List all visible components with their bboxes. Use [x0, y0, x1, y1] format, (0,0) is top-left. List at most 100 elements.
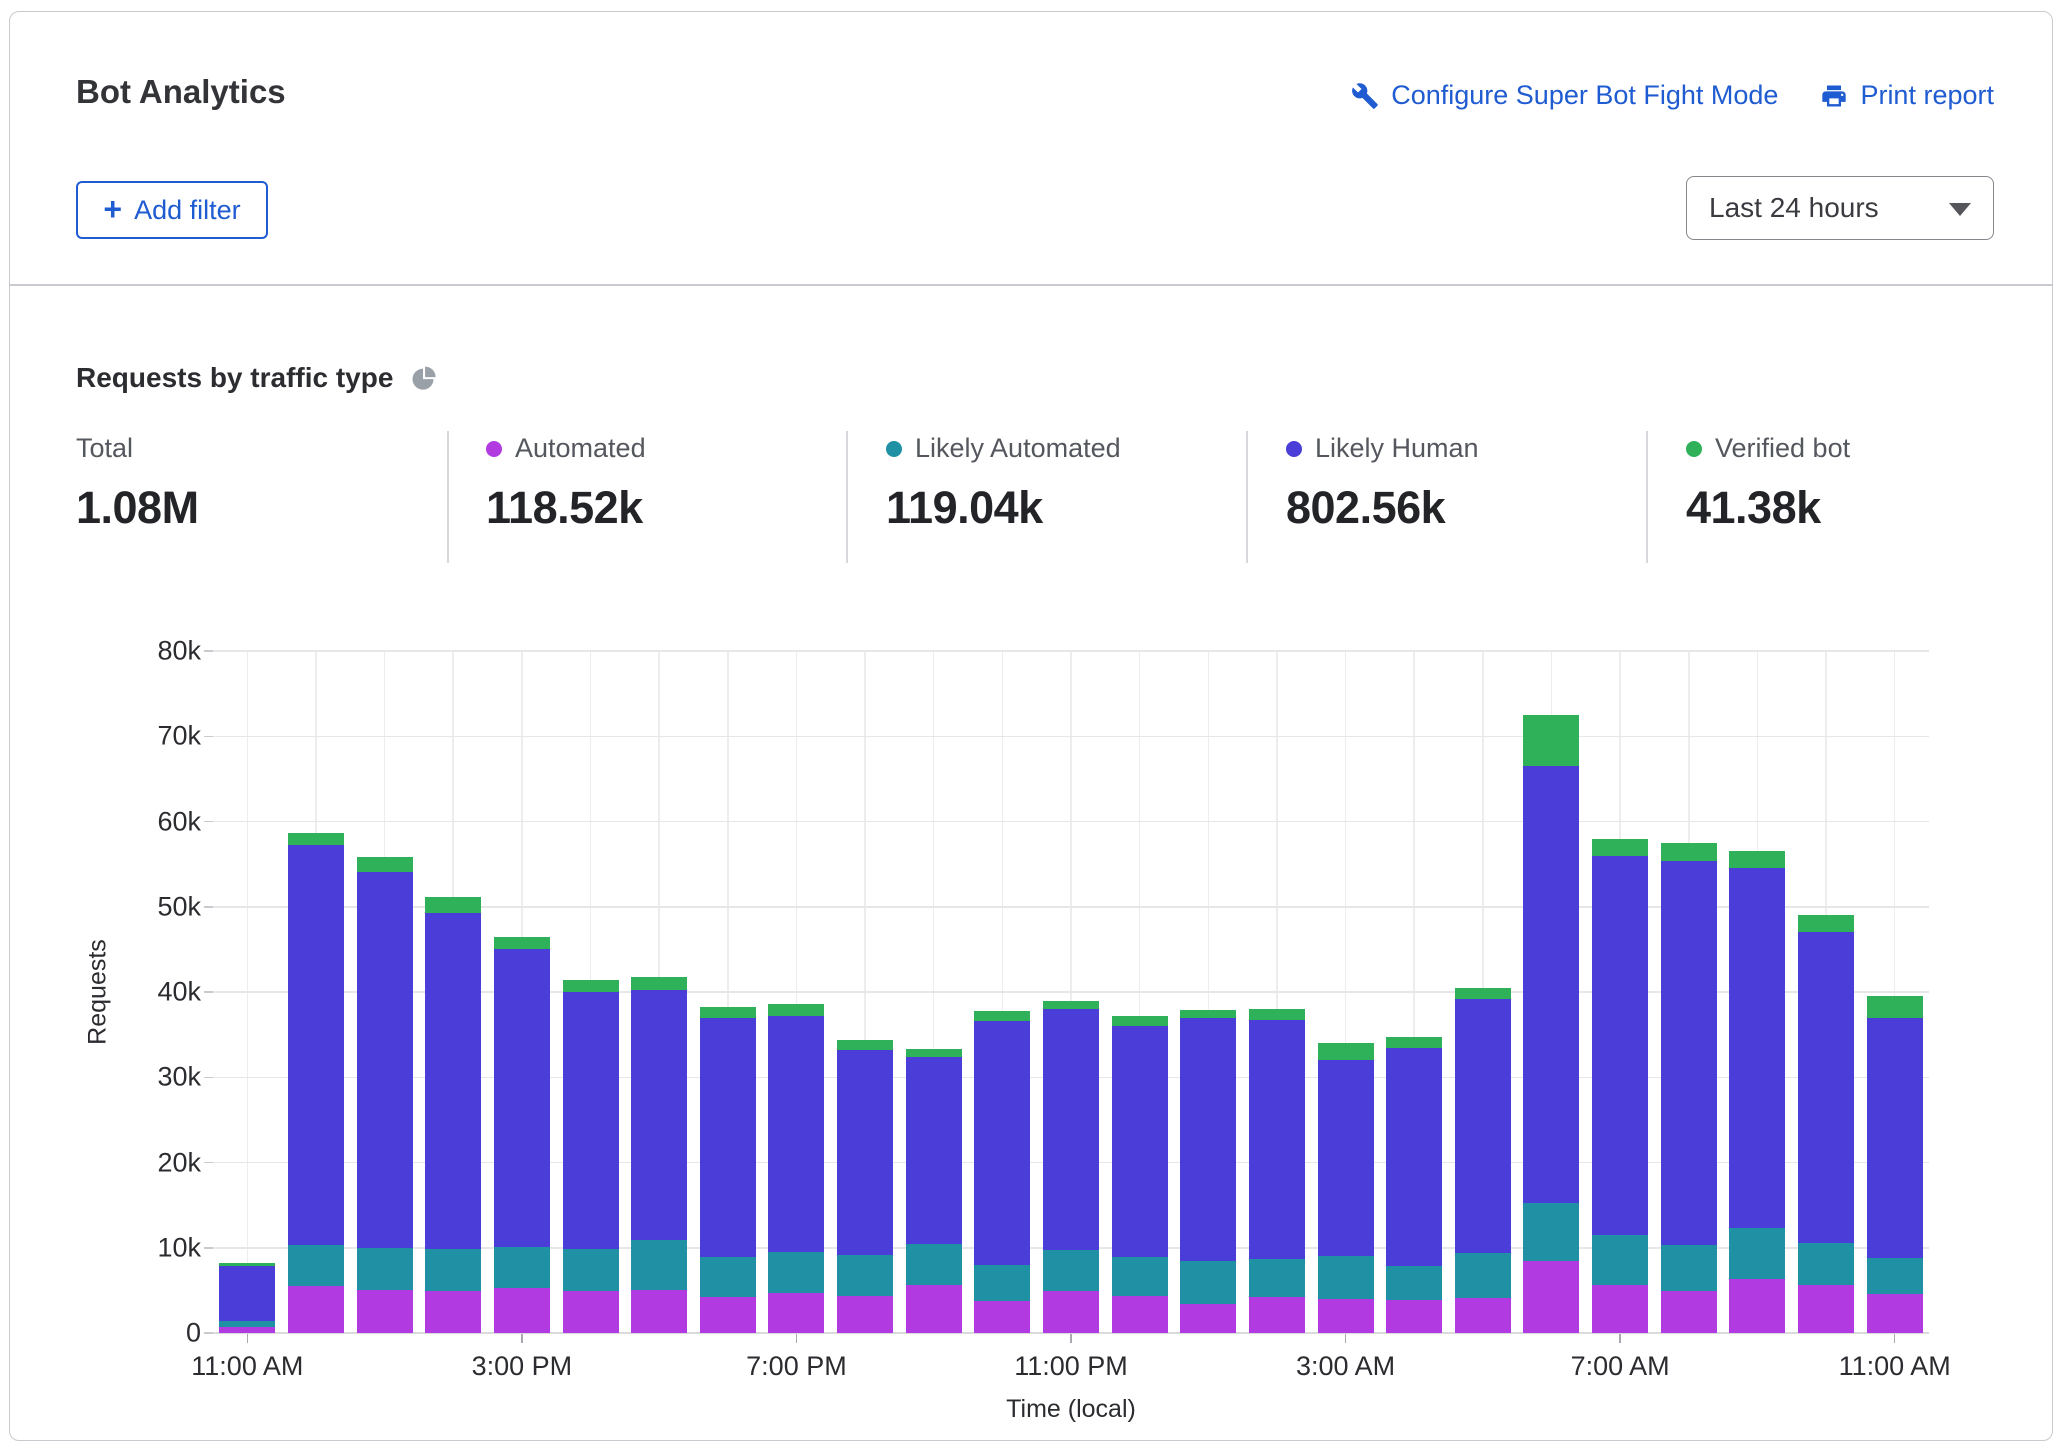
- bar-segment-likely-automated: [1249, 1259, 1305, 1297]
- bar-segment-likely-human: [631, 990, 687, 1240]
- bar-segment-automated: [631, 1290, 687, 1333]
- x-tick-mark: [521, 1334, 523, 1343]
- stacked-bar-6-00-pm[interactable]: [700, 1007, 756, 1333]
- y-tick-mark: [204, 991, 213, 993]
- stacked-bar-6-00-am[interactable]: [1523, 715, 1579, 1333]
- stacked-bar-2-00-pm[interactable]: [425, 897, 481, 1333]
- stacked-bar-5-00-am[interactable]: [1455, 988, 1511, 1333]
- bar-segment-likely-human: [1455, 999, 1511, 1253]
- bar-segment-verified-bot: [1180, 1010, 1236, 1019]
- y-tick-label: 60k: [131, 806, 201, 837]
- y-tick-label: 80k: [131, 636, 201, 667]
- stacked-bar-10-00-am[interactable]: [1798, 915, 1854, 1333]
- y-tick-label: 70k: [131, 721, 201, 752]
- stacked-bar-11-00-am[interactable]: [1867, 996, 1923, 1333]
- y-tick-mark: [204, 821, 213, 823]
- stacked-bar-11-00-pm[interactable]: [1043, 1001, 1099, 1333]
- stacked-bar-8-00-am[interactable]: [1661, 843, 1717, 1333]
- y-tick-mark: [204, 1332, 213, 1334]
- bar-segment-likely-automated: [1523, 1203, 1579, 1261]
- x-axis-title: Time (local): [1006, 1395, 1136, 1424]
- stacked-bar-2-00-am[interactable]: [1249, 1009, 1305, 1333]
- bar-segment-verified-bot: [357, 857, 413, 871]
- stacked-bar-5-00-pm[interactable]: [631, 977, 687, 1333]
- bar-segment-likely-automated: [974, 1265, 1030, 1301]
- bar-segment-likely-automated: [1455, 1253, 1511, 1298]
- x-tick-mark: [1070, 1334, 1072, 1343]
- bar-segment-likely-human: [1318, 1060, 1374, 1256]
- y-tick-label: 40k: [131, 977, 201, 1008]
- x-tick-label: 7:00 AM: [1571, 1351, 1670, 1382]
- x-tick-mark: [796, 1334, 798, 1343]
- bar-segment-likely-human: [219, 1266, 275, 1321]
- bar-segment-likely-automated: [1592, 1235, 1648, 1285]
- stacked-bar-12-00-am[interactable]: [1112, 1016, 1168, 1333]
- bar-segment-automated: [288, 1286, 344, 1333]
- bar-segment-likely-automated: [1112, 1257, 1168, 1295]
- bar-segment-likely-human: [1729, 868, 1785, 1229]
- stacked-bar-7-00-pm[interactable]: [768, 1004, 824, 1333]
- stacked-bar-4-00-pm[interactable]: [563, 980, 619, 1333]
- bar-segment-likely-human: [1249, 1020, 1305, 1259]
- bar-segment-automated: [1867, 1294, 1923, 1333]
- x-tick-label: 11:00 AM: [1839, 1351, 1951, 1382]
- bar-segment-verified-bot: [1043, 1001, 1099, 1009]
- bar-segment-likely-human: [1867, 1018, 1923, 1258]
- bar-segment-likely-human: [974, 1021, 1030, 1265]
- stacked-bar-1-00-pm[interactable]: [357, 857, 413, 1333]
- y-tick-mark: [204, 1162, 213, 1164]
- stacked-bar-12-00-pm[interactable]: [288, 833, 344, 1333]
- bar-segment-verified-bot: [1318, 1043, 1374, 1060]
- stacked-bar-9-00-pm[interactable]: [906, 1049, 962, 1333]
- bar-segment-verified-bot: [563, 980, 619, 992]
- bar-segment-likely-automated: [700, 1257, 756, 1297]
- bar-segment-automated: [837, 1296, 893, 1334]
- stacked-bar-3-00-am[interactable]: [1318, 1043, 1374, 1333]
- plot-area[interactable]: [213, 651, 1929, 1333]
- bar-segment-automated: [425, 1291, 481, 1333]
- bar-segment-likely-automated: [1867, 1258, 1923, 1294]
- bar-segment-likely-automated: [1180, 1261, 1236, 1304]
- bar-segment-verified-bot: [700, 1007, 756, 1019]
- bar-segment-automated: [219, 1327, 275, 1333]
- bar-segment-automated: [1661, 1291, 1717, 1333]
- x-tick-mark: [1894, 1334, 1896, 1343]
- bar-segment-likely-human: [1112, 1026, 1168, 1257]
- bar-segment-likely-automated: [631, 1240, 687, 1290]
- stacked-bar-1-00-am[interactable]: [1180, 1010, 1236, 1333]
- bar-segment-automated: [1043, 1291, 1099, 1333]
- bar-segment-automated: [974, 1301, 1030, 1333]
- bar-segment-verified-bot: [494, 937, 550, 949]
- x-tick-mark: [1619, 1334, 1621, 1343]
- stacked-bar-9-00-am[interactable]: [1729, 851, 1785, 1333]
- stacked-bar-10-00-pm[interactable]: [974, 1011, 1030, 1333]
- bar-segment-likely-automated: [837, 1255, 893, 1295]
- y-tick-mark: [204, 736, 213, 738]
- horizontal-gridline: [213, 736, 1929, 738]
- bar-segment-verified-bot: [1729, 851, 1785, 867]
- y-tick-mark: [204, 1077, 213, 1079]
- x-tick-label: 3:00 AM: [1296, 1351, 1395, 1382]
- bar-segment-likely-automated: [357, 1248, 413, 1291]
- bar-segment-likely-human: [906, 1057, 962, 1244]
- bar-segment-verified-bot: [1523, 715, 1579, 766]
- bar-segment-likely-human: [357, 872, 413, 1248]
- stacked-bar-3-00-pm[interactable]: [494, 937, 550, 1333]
- bar-segment-likely-human: [700, 1018, 756, 1257]
- stacked-bar-7-00-am[interactable]: [1592, 839, 1648, 1333]
- x-tick-label: 3:00 PM: [472, 1351, 573, 1382]
- y-tick-mark: [204, 906, 213, 908]
- stacked-bar-8-00-pm[interactable]: [837, 1040, 893, 1333]
- stacked-bar-11-00-am[interactable]: [219, 1263, 275, 1333]
- bar-segment-automated: [1523, 1261, 1579, 1333]
- bar-segment-verified-bot: [288, 833, 344, 844]
- bar-segment-likely-human: [1798, 932, 1854, 1242]
- bar-segment-verified-bot: [974, 1011, 1030, 1021]
- bar-segment-likely-human: [563, 992, 619, 1249]
- bar-segment-verified-bot: [1112, 1016, 1168, 1026]
- x-tick-label: 7:00 PM: [746, 1351, 847, 1382]
- bar-segment-automated: [494, 1288, 550, 1333]
- bar-segment-likely-human: [1592, 856, 1648, 1235]
- stacked-bar-4-00-am[interactable]: [1386, 1037, 1442, 1333]
- bar-segment-automated: [357, 1290, 413, 1333]
